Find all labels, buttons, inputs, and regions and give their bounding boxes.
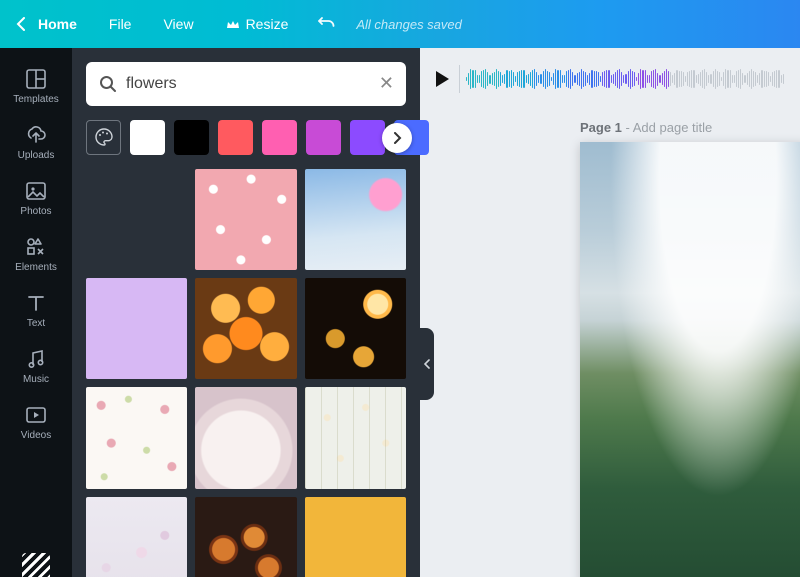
palette-icon	[94, 127, 114, 147]
undo-button[interactable]	[318, 15, 336, 34]
chevron-right-icon	[392, 132, 402, 144]
rail-elements[interactable]: Elements	[0, 226, 72, 282]
back-icon[interactable]	[12, 17, 30, 31]
rail-label: Photos	[20, 206, 51, 217]
photo-result[interactable]	[195, 169, 296, 270]
rail-label: Templates	[13, 94, 59, 105]
photo-result[interactable]	[86, 497, 187, 577]
view-menu[interactable]: View	[147, 16, 209, 32]
audio-waveform[interactable]	[459, 65, 784, 93]
page-number: Page 1	[580, 120, 622, 135]
rail-videos[interactable]: Videos	[0, 394, 72, 450]
rail-more[interactable]	[0, 547, 72, 577]
canvas-area: Page 1 - Add page title	[420, 48, 800, 577]
rail-text[interactable]: Text	[0, 282, 72, 338]
save-status: All changes saved	[356, 17, 462, 32]
photo-result[interactable]	[305, 497, 406, 577]
search-input[interactable]	[126, 75, 379, 93]
rail-music[interactable]: Music	[0, 338, 72, 394]
photo-result[interactable]	[305, 278, 406, 379]
clear-search-button[interactable]: ✕	[379, 73, 394, 94]
swatch-purple[interactable]	[350, 120, 385, 155]
templates-icon	[25, 68, 47, 90]
swatch-coral[interactable]	[218, 120, 253, 155]
rail-templates[interactable]: Templates	[0, 58, 72, 114]
swatch-magenta[interactable]	[306, 120, 341, 155]
uploads-icon	[25, 124, 47, 146]
photo-result[interactable]	[86, 169, 187, 270]
rail-photos[interactable]: Photos	[0, 170, 72, 226]
photo-result[interactable]	[195, 278, 296, 379]
stripes-icon	[22, 553, 50, 577]
audio-timeline	[436, 60, 784, 98]
photo-result[interactable]	[195, 387, 296, 488]
swatch-pink[interactable]	[262, 120, 297, 155]
elements-icon	[25, 236, 47, 258]
color-filter-row	[86, 120, 406, 155]
rail-uploads[interactable]: Uploads	[0, 114, 72, 170]
color-picker-swatch[interactable]	[86, 120, 121, 155]
rail-label: Elements	[15, 262, 57, 273]
photo-result[interactable]	[86, 278, 187, 379]
crown-icon	[226, 17, 240, 31]
music-icon	[25, 348, 47, 370]
canvas-page-content[interactable]	[580, 142, 800, 577]
photo-result[interactable]	[195, 497, 296, 577]
home-button[interactable]: Home	[30, 16, 93, 32]
resize-label: Resize	[246, 16, 289, 32]
resize-button[interactable]: Resize	[210, 16, 305, 32]
videos-icon	[25, 404, 47, 426]
photo-result[interactable]	[305, 169, 406, 270]
swatches-next-button[interactable]	[382, 123, 412, 153]
text-icon	[25, 292, 47, 314]
play-button[interactable]	[436, 71, 449, 87]
side-panel: ✕	[72, 48, 420, 577]
top-bar: Home File View Resize All changes saved	[0, 0, 800, 48]
page-title-placeholder: Add page title	[633, 120, 713, 135]
photos-icon	[25, 180, 47, 202]
rail-label: Music	[23, 374, 49, 385]
results-grid	[86, 169, 406, 577]
file-menu[interactable]: File	[93, 16, 148, 32]
side-rail: Templates Uploads Photos Elements Text M…	[0, 48, 72, 577]
search-icon	[98, 74, 118, 94]
photo-result[interactable]	[305, 387, 406, 488]
search-bar: ✕	[86, 62, 406, 106]
page-viewport: Page 1 - Add page title	[420, 102, 800, 577]
photo-result[interactable]	[86, 387, 187, 488]
rail-label: Uploads	[18, 150, 55, 161]
swatch-white[interactable]	[130, 120, 165, 155]
rail-label: Videos	[21, 430, 51, 441]
rail-label: Text	[27, 318, 45, 329]
page-label[interactable]: Page 1 - Add page title	[580, 120, 712, 135]
swatch-black[interactable]	[174, 120, 209, 155]
